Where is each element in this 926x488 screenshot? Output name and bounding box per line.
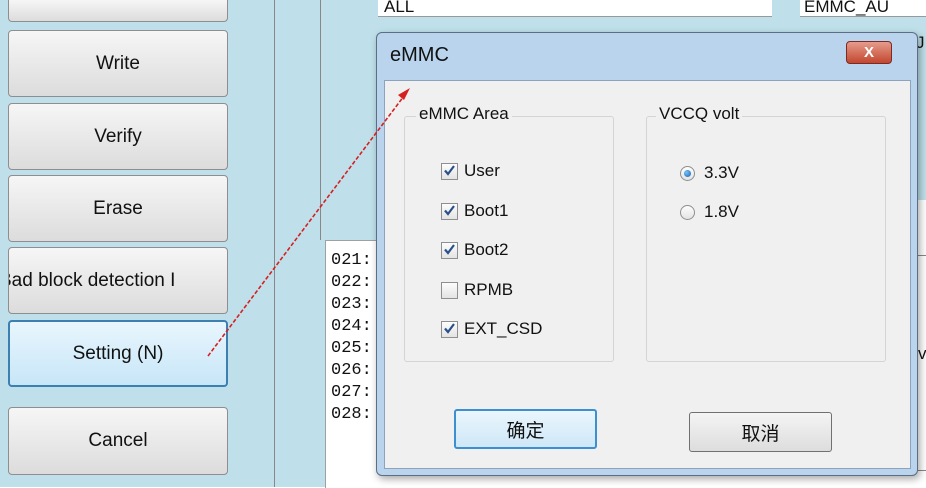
boot1-checkbox[interactable]: Boot1	[441, 201, 508, 221]
boot2-checkbox-label: Boot2	[464, 240, 509, 259]
user-checkbox-label: User	[464, 161, 500, 180]
write-button[interactable]: Write	[8, 30, 228, 97]
table-cell-text: EMMC_AU	[804, 0, 890, 16]
close-button[interactable]: X	[846, 41, 892, 64]
ok-button[interactable]: 确定	[454, 409, 597, 449]
log-line: 027:	[331, 383, 372, 402]
dialog-title: eMMC	[390, 44, 449, 66]
vccq-volt-group	[646, 116, 886, 362]
emmc-area-group-label: eMMC Area	[416, 104, 512, 124]
user-checkbox[interactable]: User	[441, 161, 500, 181]
erase-button[interactable]: Erase	[8, 175, 228, 242]
dialog-cancel-button[interactable]: 取消	[689, 412, 832, 452]
checkbox-checked-icon	[441, 241, 458, 259]
table-cell-text: ALL	[384, 0, 415, 16]
bad-block-detection-button[interactable]: Bad block detection I	[8, 247, 228, 314]
volt-1-8v-label: 1.8V	[704, 202, 739, 221]
radio-unselected-icon	[680, 204, 695, 220]
panel-divider	[274, 0, 275, 487]
volt-1-8v-radio[interactable]: 1.8V	[680, 202, 739, 222]
boot1-checkbox-label: Boot1	[464, 201, 509, 220]
boot2-checkbox[interactable]: Boot2	[441, 240, 508, 260]
log-line: 025:	[331, 339, 372, 358]
sidebar-button-cut[interactable]	[8, 0, 228, 22]
table-cell: ALL	[378, 0, 772, 17]
volt-3-3v-label: 3.3V	[704, 163, 739, 182]
checkbox-checked-icon	[441, 202, 458, 220]
log-line: 024:	[331, 317, 372, 336]
volt-3-3v-radio[interactable]: 3.3V	[680, 163, 739, 183]
ext-csd-checkbox[interactable]: EXT_CSD	[441, 319, 542, 339]
table-cell: EMMC_AU	[800, 0, 926, 17]
rpmb-checkbox-label: RPMB	[464, 280, 514, 299]
rpmb-checkbox[interactable]: RPMB	[441, 280, 513, 300]
log-line: 023:	[331, 295, 372, 314]
log-line: 026:	[331, 361, 372, 380]
log-line: 028:	[331, 405, 372, 424]
partial-text: v	[918, 344, 926, 363]
log-line: 021:	[331, 251, 372, 270]
setting-button-label: Setting (N)	[72, 342, 164, 364]
checkbox-checked-icon	[441, 162, 458, 180]
cancel-button-label: Cancel	[88, 430, 148, 451]
verify-button[interactable]: Verify	[8, 103, 228, 170]
radio-selected-icon	[680, 165, 695, 181]
erase-button-label: Erase	[93, 197, 143, 219]
checkbox-checked-icon	[441, 320, 458, 338]
bad-block-detection-label: Bad block detection I	[8, 269, 176, 291]
checkbox-unchecked-icon	[441, 281, 458, 299]
verify-button-label: Verify	[94, 125, 142, 147]
dialog-cancel-button-label: 取消	[741, 423, 780, 445]
cancel-button[interactable]: Cancel	[8, 407, 228, 475]
log-line: 022:	[331, 273, 372, 292]
write-button-label: Write	[96, 52, 140, 74]
ok-button-label: 确定	[506, 420, 545, 442]
setting-button[interactable]: Setting (N)	[8, 320, 228, 387]
panel-divider	[320, 0, 321, 240]
ext-csd-checkbox-label: EXT_CSD	[464, 319, 543, 338]
vccq-volt-group-label: VCCQ volt	[656, 104, 743, 124]
close-icon: X	[863, 44, 874, 61]
